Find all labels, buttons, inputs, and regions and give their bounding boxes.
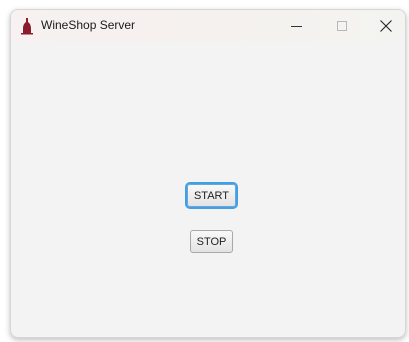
- minimize-icon: [290, 21, 302, 32]
- wine-bottle-icon: [20, 17, 34, 35]
- close-icon: [380, 20, 392, 32]
- start-button[interactable]: START: [187, 184, 236, 207]
- close-button[interactable]: [363, 10, 405, 42]
- window-title: WineShop Server: [41, 18, 136, 32]
- title-bar[interactable]: WineShop Server: [11, 10, 405, 42]
- maximize-button[interactable]: [319, 10, 365, 42]
- minimize-button[interactable]: [273, 10, 319, 42]
- app-window: WineShop Server START STOP: [10, 9, 406, 338]
- main-content: START STOP: [11, 42, 405, 337]
- stop-button[interactable]: STOP: [190, 230, 233, 253]
- maximize-icon: [337, 21, 347, 31]
